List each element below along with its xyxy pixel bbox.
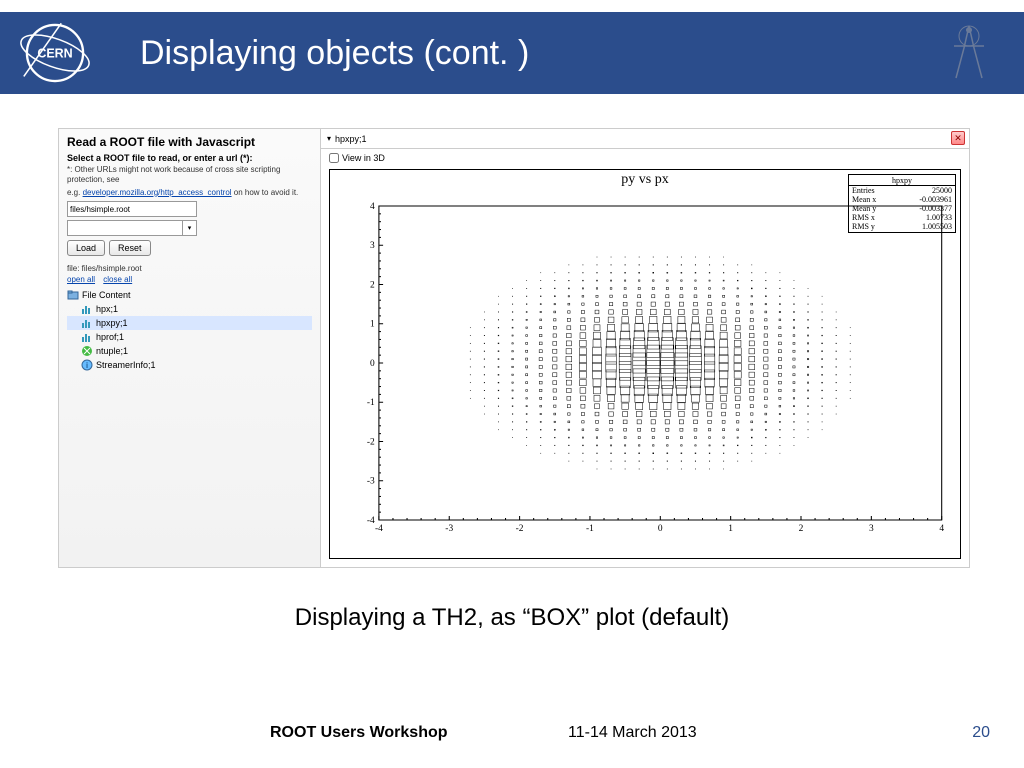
svg-text:CERN: CERN [37, 47, 72, 61]
tree-item-label: StreamerInfo;1 [96, 360, 156, 370]
atlas-figure-icon [934, 18, 1004, 90]
svg-text:1: 1 [728, 523, 733, 533]
panel-subtitle: Select a ROOT file to read, or enter a u… [67, 153, 312, 163]
tree-item[interactable]: hprof;1 [67, 330, 312, 344]
note-text: *: Other URLs might not work because of … [67, 165, 280, 184]
footer-left: ROOT Users Workshop [270, 724, 448, 742]
view-3d-row: View in 3D [321, 149, 969, 167]
tree-item[interactable]: i StreamerInfo;1 [67, 358, 312, 372]
slide-caption: Displaying a TH2, as “BOX” plot (default… [0, 604, 1024, 632]
panel-note: *: Other URLs might not work because of … [67, 165, 312, 186]
chevron-down-icon: ▾ [182, 221, 196, 235]
stat-name: hpxpy [849, 176, 955, 186]
close-all-link[interactable]: close all [103, 275, 132, 284]
file-label: file: files/hsimple.root [67, 264, 312, 273]
tree-item[interactable]: hpxpy;1 [67, 316, 312, 330]
url-input[interactable] [67, 201, 197, 217]
tree-root[interactable]: File Content [67, 288, 312, 302]
footer: ROOT Users Workshop 11-14 March 2013 20 [0, 724, 1024, 754]
svg-text:3: 3 [869, 523, 874, 533]
right-panel: ▾ hpxpy;1 ✕ View in 3D py vs px hpxpy En… [321, 129, 969, 567]
footer-date: 11-14 March 2013 [568, 724, 697, 742]
object-name: hpxpy;1 [335, 134, 367, 144]
svg-text:0: 0 [658, 523, 663, 533]
histogram-icon [81, 331, 93, 343]
svg-text:4: 4 [370, 201, 375, 211]
view-3d-label: View in 3D [342, 153, 385, 163]
tree-item-label: hpxpy;1 [96, 318, 128, 328]
histogram-icon [81, 303, 93, 315]
svg-text:-4: -4 [367, 515, 375, 525]
chart-axes: -4 -3 -2 -1 0 1 2 3 4 -4 -3 -2 -1 0 1 2 3 4 [360, 196, 948, 536]
app-screenshot: Read a ROOT file with Javascript Select … [58, 128, 970, 568]
histogram-icon [81, 345, 93, 357]
plot-title: py vs px [621, 172, 668, 188]
tree-item[interactable]: ntuple;1 [67, 344, 312, 358]
cern-logo: CERN [0, 12, 110, 94]
svg-text:4: 4 [939, 523, 944, 533]
panel-title: Read a ROOT file with Javascript [67, 135, 312, 149]
plot-area: py vs px hpxpy Entries25000 Mean x-0.003… [329, 169, 961, 559]
svg-text:3: 3 [370, 240, 375, 250]
svg-text:-3: -3 [445, 523, 453, 533]
svg-text:2: 2 [370, 280, 375, 290]
load-button[interactable]: Load [67, 240, 105, 256]
close-button[interactable]: ✕ [951, 131, 965, 145]
tree-item-label: ntuple;1 [96, 346, 128, 356]
svg-text:1: 1 [370, 319, 375, 329]
svg-text:i: i [86, 361, 88, 370]
svg-text:-2: -2 [516, 523, 524, 533]
chevron-down-icon[interactable]: ▾ [327, 134, 331, 143]
svg-text:-3: -3 [367, 476, 375, 486]
file-combo[interactable]: ▾ [67, 220, 197, 236]
tree-item-label: hprof;1 [96, 332, 124, 342]
button-row: Load Reset [67, 240, 312, 256]
tree-root-label: File Content [82, 290, 131, 300]
view-3d-checkbox[interactable] [329, 153, 339, 163]
tree-item-label: hpx;1 [96, 304, 118, 314]
tree-item[interactable]: hpx;1 [67, 302, 312, 316]
svg-text:-2: -2 [367, 437, 375, 447]
svg-text:0: 0 [370, 358, 375, 368]
panel-note-link-row: e.g. developer.mozilla.org/http_access_c… [67, 188, 312, 198]
reset-button[interactable]: Reset [109, 240, 151, 256]
tree-actions: open all close all [67, 275, 312, 284]
histogram-icon [81, 317, 93, 329]
svg-text:-1: -1 [367, 397, 375, 407]
folder-icon [67, 289, 79, 301]
left-panel: Read a ROOT file with Javascript Select … [59, 129, 321, 567]
file-tree: File Content hpx;1 hpxpy;1 hprof;1 ntuple;1… [67, 288, 312, 372]
svg-text:-1: -1 [586, 523, 594, 533]
page-number: 20 [972, 724, 990, 742]
svg-text:2: 2 [799, 523, 804, 533]
note-link[interactable]: developer.mozilla.org/http_access_contro… [83, 188, 232, 197]
slide-title: Displaying objects (cont. ) [140, 34, 529, 73]
histogram-icon: i [81, 359, 93, 371]
header-banner: CERN Displaying objects (cont. ) [0, 12, 1024, 94]
svg-text:-4: -4 [375, 523, 383, 533]
object-bar: ▾ hpxpy;1 ✕ [321, 129, 969, 149]
open-all-link[interactable]: open all [67, 275, 95, 284]
